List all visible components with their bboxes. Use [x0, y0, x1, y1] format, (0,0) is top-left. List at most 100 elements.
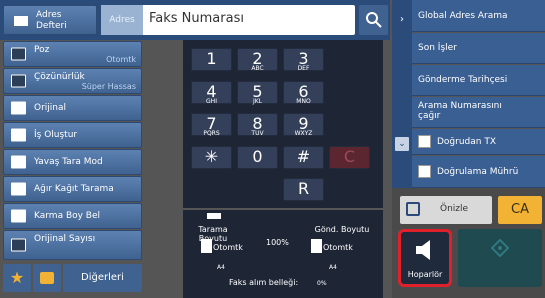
start-icon	[491, 239, 509, 257]
address-book-button[interactable]: Adres Defteri	[3, 5, 97, 35]
slow-scan-icon	[11, 155, 26, 169]
original-button[interactable]: Orijinal	[3, 95, 142, 121]
key-star[interactable]: ✳	[191, 146, 232, 169]
direct-tx-checkbox[interactable]	[418, 135, 431, 148]
key-1-digit: 1	[206, 49, 217, 68]
preview-button[interactable]: Önizle	[400, 196, 492, 224]
key-5[interactable]: 5 JKL	[237, 81, 278, 105]
scan-size-label: Tarama Boyutu	[198, 225, 228, 243]
recall-number-label: Arama Numarasını çağır	[418, 101, 502, 121]
heavy-paper-icon	[11, 182, 26, 196]
key-3[interactable]: 3 DEF	[283, 48, 324, 72]
mixed-size-icon	[11, 209, 26, 223]
favorites-button[interactable]: ★	[3, 264, 31, 292]
key-hash[interactable]: #	[283, 146, 324, 169]
verification-stamp-label: Doğrulama Mührü	[437, 167, 519, 177]
resolution-label: Çözünürlük	[34, 72, 85, 82]
start-button[interactable]	[458, 229, 542, 287]
search-button[interactable]	[359, 5, 388, 35]
address-tag: Adres	[101, 5, 143, 35]
clear-all-label: CA	[511, 202, 529, 217]
key-clear-label: C	[343, 147, 356, 166]
others-button[interactable]: Diğerleri	[63, 264, 142, 292]
send-page-icon	[311, 239, 322, 253]
key-9-letters: WXYZ	[294, 130, 313, 137]
direct-tx-label: Doğrudan TX	[437, 137, 497, 147]
job-build-button[interactable]: İş Oluştur	[3, 122, 142, 148]
scan-size-value: Otomtk	[213, 243, 243, 252]
key-8-letters: TUV	[251, 130, 264, 137]
key-7-letters: PQRS	[203, 130, 220, 137]
global-address-search-item[interactable]: Global Adres Arama	[412, 0, 545, 32]
clear-all-button[interactable]: CA	[498, 196, 542, 224]
original-label: Orijinal	[34, 103, 67, 113]
direct-tx-item[interactable]: Doğrudan TX	[412, 129, 545, 155]
key-redial[interactable]: R	[283, 178, 324, 201]
star-icon: ★	[9, 268, 25, 287]
fax-memory-label: Faks alım belleği:	[229, 278, 299, 287]
resolution-icon	[11, 74, 26, 88]
settings-button[interactable]	[33, 264, 61, 292]
chevron-right-icon: ›	[400, 14, 404, 25]
key-0-digit: 0	[252, 147, 263, 166]
send-history-item[interactable]: Gönderme Tarihçesi	[412, 65, 545, 96]
recent-jobs-label: Son İşler	[418, 43, 457, 53]
fax-memory-value: 0%	[317, 280, 327, 287]
address-book-label: Adres Defteri	[36, 10, 67, 31]
fax-number-placeholder: Faks Numarası	[149, 11, 244, 26]
global-address-search-label: Global Adres Arama	[418, 11, 508, 21]
preview-label: Önizle	[440, 204, 469, 214]
fax-input-field[interactable]: Adres Faks Numarası	[101, 5, 355, 35]
settings-icon	[40, 272, 54, 284]
scan-paper-size: A4	[217, 264, 225, 271]
mixed-size-label: Karma Boy Bel	[34, 211, 101, 221]
key-5-letters: JKL	[252, 98, 263, 105]
send-size-label: Gönd. Boyutu	[314, 225, 370, 234]
original-icon	[11, 101, 26, 115]
scan-page-icon	[201, 239, 212, 253]
key-2-letters: ABC	[251, 65, 264, 72]
key-1[interactable]: 1	[191, 48, 232, 71]
star-key-icon: ✳	[204, 147, 219, 166]
key-6-letters: MNO	[296, 98, 311, 105]
chevron-down-icon: ⌄	[398, 139, 406, 149]
slow-scan-button[interactable]: Yavaş Tara Mod	[3, 149, 142, 175]
key-4[interactable]: 4 GHI	[191, 81, 232, 105]
recall-number-item[interactable]: Arama Numarasını çağır	[412, 97, 545, 128]
mixed-size-button[interactable]: Karma Boy Bel	[3, 203, 142, 229]
verification-stamp-item[interactable]: Doğrulama Mührü	[412, 156, 545, 188]
exposure-icon	[11, 47, 26, 61]
resolution-button[interactable]: Çözünürlük Süper Hassas	[3, 68, 142, 94]
original-count-label: Orijinal Sayısı	[34, 234, 96, 244]
others-label: Diğerleri	[81, 272, 124, 283]
heavy-paper-button[interactable]: Ağır Kağıt Tarama	[3, 176, 142, 202]
speaker-label: Hoparlör	[407, 270, 443, 279]
slow-scan-label: Yavaş Tara Mod	[34, 157, 103, 167]
ratio-value: 100%	[266, 238, 289, 247]
scanner-icon	[207, 213, 221, 219]
exposure-button[interactable]: Poz Otomtk	[3, 41, 142, 67]
key-hash-symbol: #	[296, 147, 311, 166]
key-6[interactable]: 6 MNO	[283, 81, 324, 105]
send-size-value: Otomtk	[323, 243, 353, 252]
heavy-paper-label: Ağır Kağıt Tarama	[34, 184, 114, 194]
key-9[interactable]: 9 WXYZ	[283, 113, 324, 137]
search-icon	[366, 12, 382, 28]
scroll-down-button[interactable]: ⌄	[395, 137, 409, 151]
right-panel-bg	[392, 40, 412, 188]
key-8[interactable]: 8 TUV	[237, 113, 278, 137]
verification-stamp-checkbox[interactable]	[418, 165, 431, 178]
speaker-button[interactable]: Hoparlör	[398, 229, 452, 287]
key-clear[interactable]: C	[329, 146, 370, 169]
right-panel-toggle[interactable]: ›	[392, 0, 412, 40]
recent-jobs-item[interactable]: Son İşler	[412, 33, 545, 64]
key-0[interactable]: 0	[237, 146, 278, 169]
key-redial-label: R	[297, 179, 310, 198]
original-count-button[interactable]: Orijinal Sayısı	[3, 230, 142, 260]
preview-icon	[406, 202, 420, 216]
key-2[interactable]: 2 ABC	[237, 48, 278, 72]
status-panel: Tarama Boyutu Otomtk A4 100% Gönd. Boyut…	[183, 210, 383, 298]
speaker-icon	[416, 240, 430, 260]
address-book-icon	[14, 16, 28, 26]
key-7[interactable]: 7 PQRS	[191, 113, 232, 137]
